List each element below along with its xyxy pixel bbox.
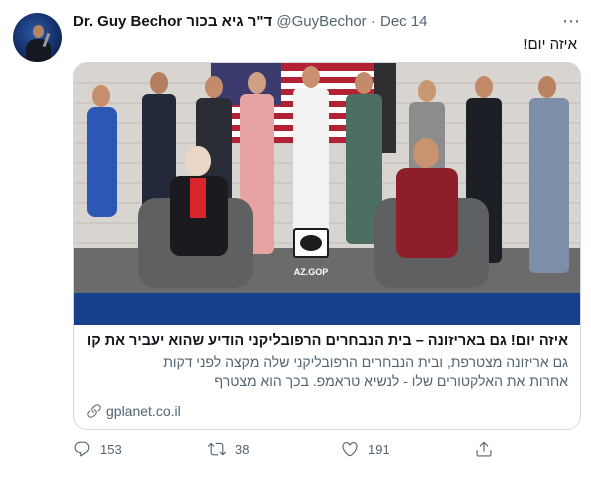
author-handle[interactable]: @GuyBechor: [276, 13, 366, 30]
card-description-line: גם אריזונה מצטרפת, ובית הנבחרים הרפובליק…: [163, 354, 568, 370]
reply-count: 153: [100, 441, 122, 457]
retweet-icon: [208, 442, 226, 456]
share-icon: [476, 441, 492, 457]
tweet-actions: 153 38 191: [73, 440, 579, 462]
card-body: איזה יום! גם באריזונה – בית הנבחרים הרפו…: [86, 331, 568, 391]
tweet-date[interactable]: Dec 14: [380, 13, 428, 30]
author-name[interactable]: Dr. Guy Bechor ד"ר גיא בכור: [73, 13, 272, 30]
retweet-button[interactable]: 38: [208, 440, 249, 458]
card-domain[interactable]: gplanet.co.il: [86, 403, 181, 419]
card-image: AZ.GOP: [74, 63, 580, 325]
tweet-text: איזה יום!: [523, 36, 577, 53]
tweet-header: Dr. Guy Bechor ד"ר גיא בכור @GuyBechor ·…: [73, 11, 581, 33]
author-avatar[interactable]: [13, 13, 62, 62]
image-caption: AZ.GOP: [294, 267, 329, 277]
separator: ·: [370, 13, 376, 30]
card-description-line: אחרות את האלקטורים שלו - לנשיא טראמפ. בכ…: [214, 373, 568, 389]
retweet-count: 38: [235, 441, 250, 457]
reply-button[interactable]: 153: [73, 440, 122, 458]
card-description: גם אריזונה מצטרפת, ובית הנבחרים הרפובליק…: [86, 353, 568, 391]
reply-icon: [74, 441, 90, 457]
card-domain-text[interactable]: gplanet.co.il: [106, 403, 181, 419]
like-count: 191: [368, 441, 390, 457]
like-button[interactable]: 191: [341, 440, 390, 458]
link-icon: [87, 404, 101, 418]
link-card[interactable]: AZ.GOP איזה יום! גם באריזונה – בית הנבחר…: [73, 62, 581, 430]
more-icon[interactable]: ⋯: [562, 11, 581, 32]
share-button[interactable]: [475, 440, 493, 458]
card-title: איזה יום! גם באריזונה – בית הנבחרים הרפו…: [86, 333, 568, 349]
heart-icon: [342, 442, 358, 457]
